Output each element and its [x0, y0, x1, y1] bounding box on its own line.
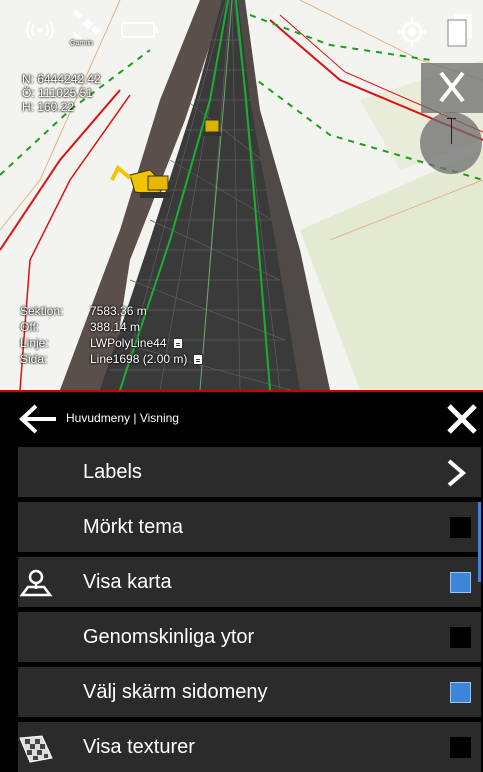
side-menu-screen-checkbox[interactable]	[450, 682, 471, 703]
menu-scrollbar[interactable]	[478, 502, 481, 582]
menu-item-label: Visa texturer	[83, 736, 195, 758]
info-row-offset: Off: 388.14 m	[20, 319, 203, 335]
menu-item-show-textures[interactable]: Visa texturer	[18, 722, 481, 772]
info-key: Sida:	[20, 352, 48, 366]
section-info: Sektion: 7583.36 m Off: 388.14 m Linje: …	[20, 303, 204, 367]
chevron-right-icon	[447, 459, 467, 487]
menu-item-label: Mörkt tema	[83, 516, 184, 538]
battery-icon	[121, 22, 158, 38]
settings-menu: Huvudmeny | Visning Labels Mörkt tema Vi…	[0, 390, 483, 772]
breadcrumb: Huvudmeny | Visning	[66, 411, 179, 425]
info-row-section: Sektion: 7583.36 m	[20, 303, 203, 319]
menu-item-show-map[interactable]: Visa karta	[18, 557, 481, 607]
menu-header: Huvudmeny | Visning	[0, 392, 483, 444]
info-value: Line1698 (2.00 m)	[90, 352, 188, 366]
coord-height: H: 160.22	[22, 100, 75, 114]
info-row-line: Linje: LWPolyLine44	[20, 335, 203, 351]
coord-east: Ö: 111025.51	[22, 86, 93, 100]
satellite-icon	[73, 10, 101, 39]
compass-needle-icon	[447, 118, 456, 144]
info-key: Linje:	[20, 336, 49, 350]
menu-item-label: Genomskinliga ytor	[83, 626, 255, 648]
close-view-button[interactable]	[421, 63, 483, 113]
close-icon	[439, 71, 465, 103]
layers-icon[interactable]	[444, 12, 476, 48]
document-icon[interactable]	[193, 353, 204, 365]
coord-north: N: 6444242.42	[22, 72, 101, 86]
map-pin-icon	[19, 569, 53, 597]
close-menu-icon[interactable]	[446, 404, 478, 434]
menu-item-side-menu-screen[interactable]: Välj skärm sidomeny	[18, 667, 481, 717]
menu-item-dark-theme[interactable]: Mörkt tema	[18, 502, 481, 552]
transparent-surfaces-checkbox[interactable]	[450, 627, 471, 648]
coordinates-readout: N: 6444242.42 Ö: 111025.51 H: 160.22	[22, 72, 101, 114]
menu-item-label: Labels	[83, 461, 142, 483]
texture-icon	[19, 735, 53, 763]
back-arrow-icon[interactable]	[18, 404, 58, 434]
gps-sublabel: Garmin	[70, 40, 93, 47]
info-row-side: Sida: Line1698 (2.00 m)	[20, 351, 204, 367]
show-textures-checkbox[interactable]	[450, 737, 471, 758]
info-value: LWPolyLine44	[90, 336, 167, 350]
wifi-signal-icon	[26, 20, 54, 40]
menu-item-labels[interactable]: Labels	[18, 447, 481, 497]
menu-item-label: Välj skärm sidomeny	[83, 681, 268, 703]
locate-icon[interactable]	[396, 16, 428, 48]
info-key: Sektion:	[20, 304, 64, 318]
info-value: 388.14 m	[90, 320, 141, 334]
document-icon[interactable]	[172, 337, 183, 349]
info-key: Off:	[20, 320, 40, 334]
show-map-checkbox[interactable]	[450, 572, 471, 593]
map-3d-view[interactable]: Garmin N: 6444242.42 Ö: 111025.51 H: 160…	[0, 0, 483, 390]
compass-button[interactable]	[420, 112, 482, 174]
menu-item-transparent-surfaces[interactable]: Genomskinliga ytor	[18, 612, 481, 662]
info-value: 7583.36 m	[90, 304, 147, 318]
menu-item-label: Visa karta	[83, 571, 172, 593]
dark-theme-checkbox[interactable]	[450, 517, 471, 538]
